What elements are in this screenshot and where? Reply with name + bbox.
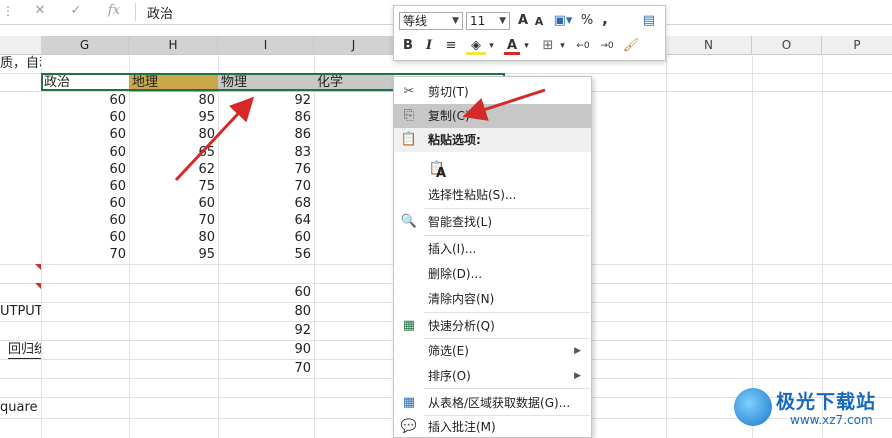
watermark-url: www.xz7.com [790,413,873,427]
watermark-logo-icon [734,388,772,426]
watermark: 极光下载站 www.xz7.com [730,385,890,435]
annotation-arrows [174,88,546,182]
annotation-arrow-physics [174,96,255,182]
watermark-title: 极光下载站 [776,391,877,413]
annotation-arrow-copy [462,88,546,121]
